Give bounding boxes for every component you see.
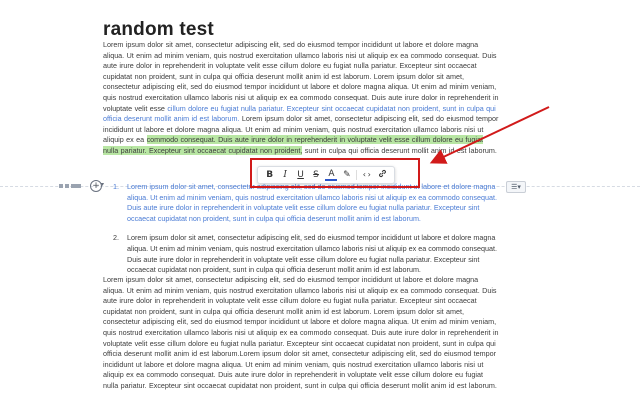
annotation-highlight-box (250, 158, 420, 188)
numbered-list: 1. Lorem ipsum dolor sit amet, consectet… (113, 182, 499, 285)
chevron-down-icon[interactable]: ▾ (101, 181, 104, 188)
paragraph-1[interactable]: Lorem ipsum dolor sit amet, consectetur … (103, 40, 499, 157)
list-item[interactable]: 2. Lorem ipsum dolor sit amet, consectet… (113, 233, 499, 275)
paragraph-2-text: Lorem ipsum dolor sit amet, consectetur … (103, 275, 499, 390)
list-item-number: 1. (113, 182, 119, 191)
paragraph-1-text-end: sunt in culpa qui officia deserunt molli… (302, 145, 497, 155)
list-item-text: Lorem ipsum dolor sit amet, consectetur … (127, 233, 497, 275)
paragraph-1-text: Lorem ipsum dolor sit amet, consectetur … (103, 40, 499, 113)
list-item-text: Lorem ipsum dolor sit amet, consectetur … (127, 182, 497, 223)
paragraph-2[interactable]: Lorem ipsum dolor sit amet, consectetur … (103, 275, 499, 392)
list-item[interactable]: 1. Lorem ipsum dolor sit amet, consectet… (113, 182, 499, 224)
drag-handle-icon[interactable] (59, 183, 87, 189)
list-style-dropdown[interactable]: ☰▾ (506, 181, 526, 193)
list-item-number: 2. (113, 233, 119, 243)
page-title[interactable]: random test (103, 19, 214, 41)
